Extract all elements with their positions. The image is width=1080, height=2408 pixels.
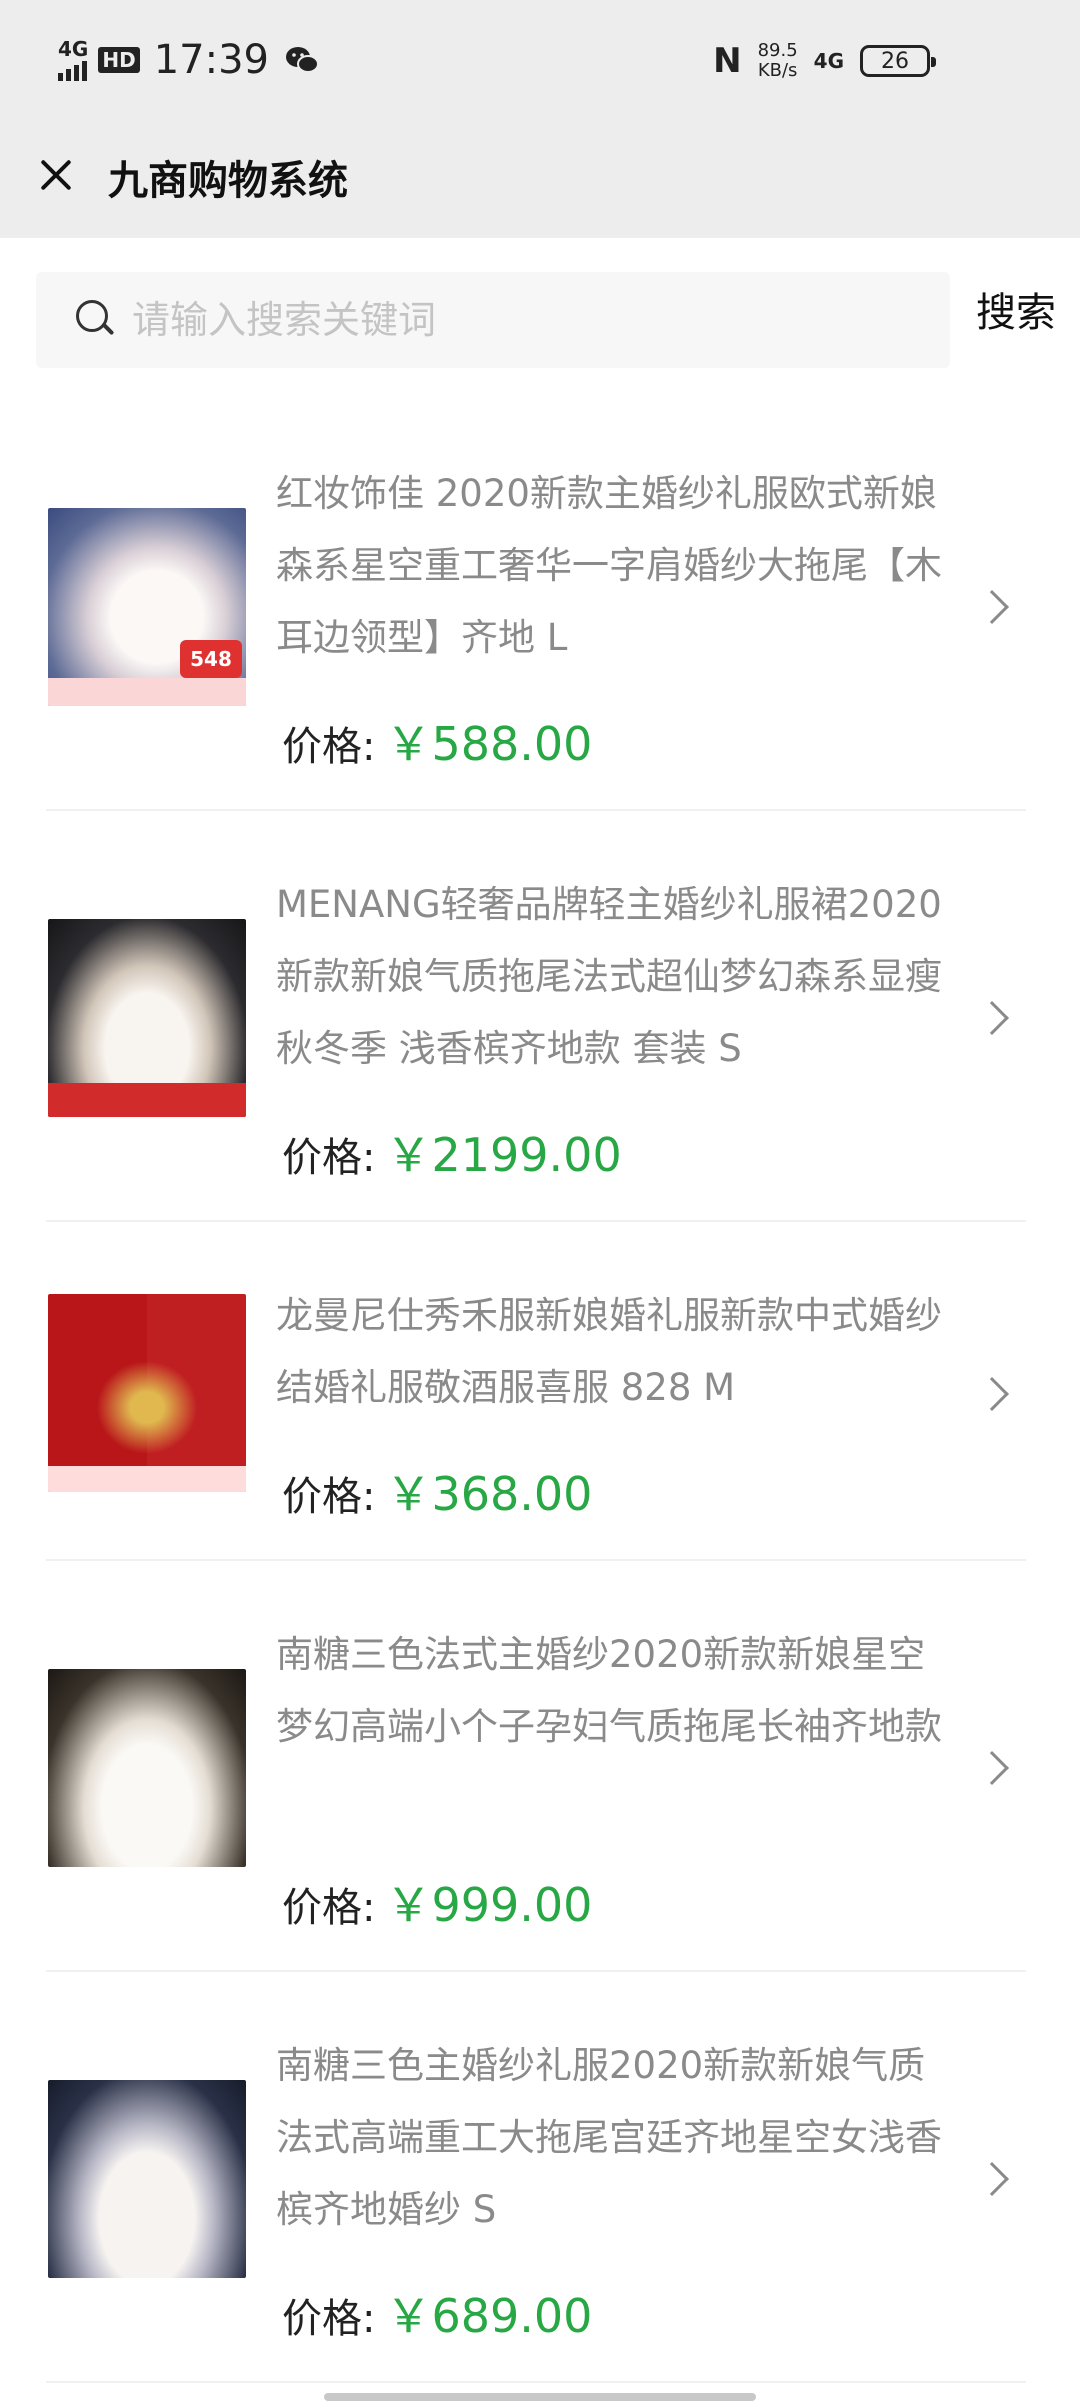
home-indicator[interactable] [324,2393,756,2401]
product-image [48,919,246,1117]
chevron-right-icon [975,1751,1009,1785]
chevron-right-icon [975,590,1009,624]
battery-level: 26 [881,48,909,74]
price-value: ￥588.00 [385,717,593,771]
network-type: 4G [58,37,89,61]
product-price: 价格: ￥588.00 [282,708,592,774]
title-bar: 九商购物系统 [0,120,1080,238]
battery-icon: 26 [860,45,936,77]
speed-value: 89.5 [757,40,798,61]
product-title: MENANG轻奢品牌轻主婚纱礼服裙2020新款新娘气质拖尾法式超仙梦幻森系显瘦秋… [276,883,942,1070]
wechat-icon [285,47,319,73]
product-image [48,2080,246,2278]
status-left: 4G HD 17:39 [58,34,319,86]
product-title: 龙曼尼仕秀禾服新娘婚礼服新款中式婚纱结婚礼服敬酒服喜服 828 M [276,1294,942,1409]
hd-icon: HD [98,47,140,73]
product-image: 548 [48,508,246,706]
search-button[interactable]: 搜索 [976,280,1056,338]
product-item[interactable]: 南糖三色法式主婚纱2020新款新娘星空梦幻高端小个子孕妇气质拖尾长袖齐地款 价格… [0,1561,1080,1972]
price-label: 价格: [282,724,376,770]
nfc-icon: N [713,41,742,81]
product-item[interactable]: 龙曼尼仕秀禾服新娘婚礼服新款中式婚纱结婚礼服敬酒服喜服 828 M 价格: ￥36… [0,1222,1080,1561]
search-row: 搜索 [36,268,1056,368]
search-icon [76,300,116,340]
product-item[interactable]: MENANG轻奢品牌轻主婚纱礼服裙2020新款新娘气质拖尾法式超仙梦幻森系显瘦秋… [0,811,1080,1222]
divider [46,2381,1026,2383]
price-label: 价格: [282,1885,376,1931]
search-box[interactable] [36,272,950,368]
product-price: 价格: ￥999.00 [282,1869,592,1935]
product-price: 价格: ￥368.00 [282,1458,592,1524]
price-value: ￥2199.00 [385,1128,622,1182]
product-price: 价格: ￥689.00 [282,2280,592,2346]
product-image [48,1294,246,1492]
speed-unit: KB/s [757,60,798,81]
price-label: 价格: [282,1135,376,1181]
status-right: N 89.5 KB/s 4G 26 [713,38,936,84]
product-item[interactable]: 南糖三色主婚纱礼服2020新款新娘气质法式高端重工大拖尾宫廷齐地星空女浅香槟齐地… [0,1972,1080,2383]
product-price: 价格: ￥2199.00 [282,1119,622,1185]
status-time: 17:39 [153,37,269,83]
price-value: ￥689.00 [385,2289,593,2343]
network-type-right: 4G [813,49,844,73]
close-icon[interactable] [30,150,80,200]
chevron-right-icon [975,2162,1009,2196]
chevron-right-icon [975,1377,1009,1411]
product-item[interactable]: 548 红妆饰佳 2020新款主婚纱礼服欧式新娘森系星空重工奢华一字肩婚纱大拖尾… [0,400,1080,811]
search-input[interactable] [132,290,922,350]
signal-icon: 4G [58,39,88,81]
product-list: 548 红妆饰佳 2020新款主婚纱礼服欧式新娘森系星空重工奢华一字肩婚纱大拖尾… [0,400,1080,2383]
price-value: ￥368.00 [385,1467,593,1521]
price-value: ￥999.00 [385,1878,593,1932]
page-title: 九商购物系统 [108,158,348,204]
price-label: 价格: [282,1474,376,1520]
product-title: 南糖三色主婚纱礼服2020新款新娘气质法式高端重工大拖尾宫廷齐地星空女浅香槟齐地… [276,2044,942,2231]
status-bar: 4G HD 17:39 N 89.5 KB/s 4G 26 [0,0,1080,120]
product-title: 红妆饰佳 2020新款主婚纱礼服欧式新娘森系星空重工奢华一字肩婚纱大拖尾【木耳边… [276,472,942,659]
price-label: 价格: [282,2296,376,2342]
product-image [48,1669,246,1867]
price-badge: 548 [180,640,242,678]
network-speed: 89.5 KB/s [758,41,798,81]
product-title: 南糖三色法式主婚纱2020新款新娘星空梦幻高端小个子孕妇气质拖尾长袖齐地款 [276,1633,942,1748]
chevron-right-icon [975,1001,1009,1035]
